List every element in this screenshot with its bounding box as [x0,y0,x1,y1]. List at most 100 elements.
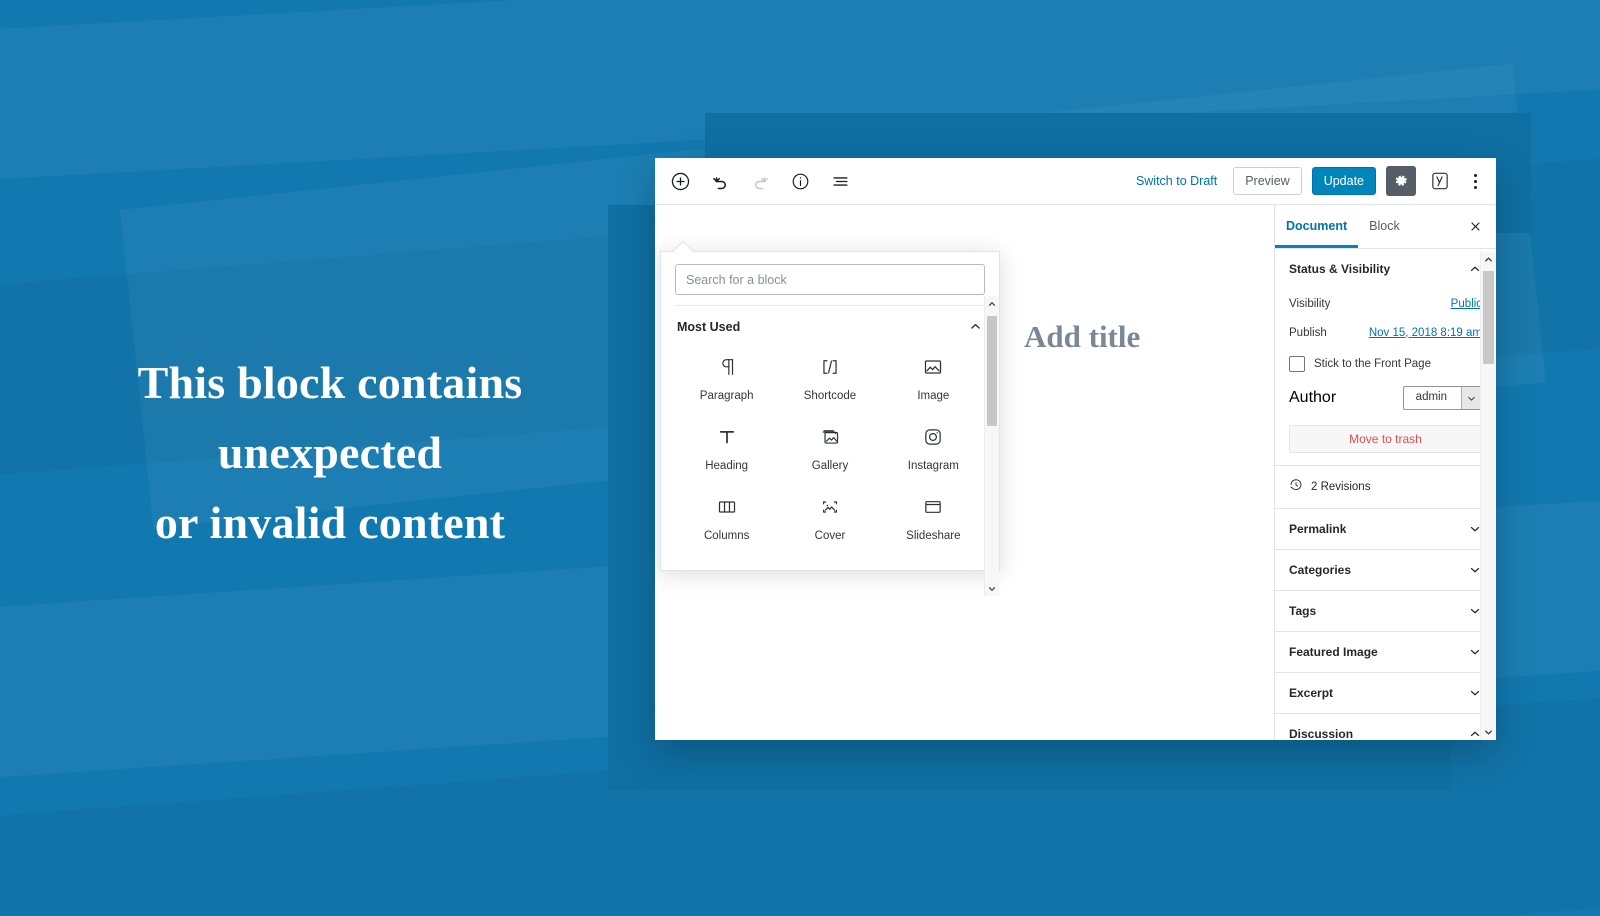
block-item-cover[interactable]: Cover [778,484,881,550]
panel-title: Featured Image [1289,645,1378,659]
panel-categories: Categories [1275,550,1496,591]
author-row: Author admin [1289,381,1482,415]
close-icon[interactable] [1460,212,1490,242]
paragraph-pilcrow-icon [716,354,738,380]
block-item-instagram[interactable]: Instagram [882,414,985,480]
revisions-clock-icon [1289,478,1303,497]
block-label: Slideshare [906,530,961,542]
block-label: Columns [703,530,750,542]
tab-block[interactable]: Block [1358,205,1411,248]
sticky-row[interactable]: Stick to the Front Page [1289,349,1482,379]
chevron-down-icon[interactable] [1481,725,1496,740]
panel-discussion: Discussion [1275,714,1496,740]
author-select[interactable]: admin [1402,386,1482,410]
toolbar-left-group [667,168,853,194]
redo-button[interactable] [747,168,773,194]
visibility-value[interactable]: Public [1451,298,1482,310]
tab-document[interactable]: Document [1275,205,1358,248]
inserter-search-wrap [661,252,999,305]
chevron-up-icon[interactable] [1481,252,1496,267]
move-to-trash-button[interactable]: Move to trash [1289,425,1482,453]
panel-header-categories[interactable]: Categories [1275,550,1496,590]
headline-line-3: or invalid content [154,497,506,548]
block-label: Shortcode [803,390,857,402]
panel-header-tags[interactable]: Tags [1275,591,1496,631]
panel-header-discussion[interactable]: Discussion [1275,714,1496,740]
revisions-label: 2 Revisions [1311,481,1371,493]
headline-line-1: This block contains [137,357,523,408]
chevron-down-icon [1461,387,1481,409]
add-block-button[interactable] [667,168,693,194]
block-label: Paragraph [699,390,754,402]
inserter-scrollbar[interactable] [984,296,999,596]
cover-image-icon [819,494,841,520]
block-item-columns[interactable]: Columns [675,484,778,550]
panel-excerpt: Excerpt [1275,673,1496,714]
panel-header-permalink[interactable]: Permalink [1275,509,1496,549]
toolbar-right-group: Switch to Draft Preview Update [1136,166,1486,196]
post-title-placeholder[interactable]: Add title [1024,319,1140,355]
panel-title: Tags [1289,604,1317,618]
panel-tags: Tags [1275,591,1496,632]
block-label: Instagram [907,460,959,472]
panel-title: Status & Visibility [1289,262,1391,276]
document-settings-sidebar: Document Block Status & Visibility Visib… [1274,205,1496,740]
sidebar-scrollbar[interactable] [1480,252,1496,740]
block-label: Cover [814,530,846,542]
panel-header-featured-image[interactable]: Featured Image [1275,632,1496,672]
sticky-checkbox[interactable] [1289,356,1305,372]
sidebar-tabs: Document Block [1275,205,1496,249]
panel-body-status-visibility: Visibility Public Publish Nov 15, 2018 8… [1275,289,1496,465]
more-options-button[interactable] [1464,168,1486,194]
inserter-scrollbar-thumb[interactable] [987,316,997,426]
undo-button[interactable] [707,168,733,194]
block-item-shortcode[interactable]: Shortcode [778,344,881,410]
sidebar-panels: Status & Visibility Visibility Public Pu… [1275,249,1496,740]
panel-permalink: Permalink [1275,509,1496,550]
block-label: Image [917,390,950,402]
settings-gear-button[interactable] [1386,166,1416,196]
shortcode-brackets-icon [818,354,842,380]
chevron-up-icon[interactable] [985,296,999,311]
panel-title: Discussion [1289,727,1354,740]
revisions-link[interactable]: 2 Revisions [1275,466,1496,508]
publish-label: Publish [1289,326,1327,339]
block-navigation-button[interactable] [827,168,853,194]
block-item-paragraph[interactable]: Paragraph [675,344,778,410]
slideshare-window-icon [922,494,944,520]
block-label: Heading [705,460,749,472]
wordpress-editor-window: Switch to Draft Preview Update Add title… [655,158,1496,740]
editor-canvas[interactable]: Add title Most Used [655,205,1274,740]
panel-featured-image: Featured Image [1275,632,1496,673]
chevron-up-icon [968,319,983,334]
inserter-category-header[interactable]: Most Used [675,306,985,344]
columns-icon [716,494,738,520]
panel-title: Permalink [1289,522,1347,536]
publish-row: Publish Nov 15, 2018 8:19 am [1289,318,1482,347]
panel-header-excerpt[interactable]: Excerpt [1275,673,1496,713]
headline-line-2: unexpected [217,427,443,478]
block-label: Gallery [811,460,849,472]
publish-value[interactable]: Nov 15, 2018 8:19 am [1369,327,1482,339]
yoast-seo-button[interactable] [1426,167,1454,195]
chevron-down-icon[interactable] [985,581,999,596]
screenshot-stage: This block contains unexpected or invali… [0,0,1600,916]
block-search-input[interactable] [675,264,985,295]
block-item-gallery[interactable]: Gallery [778,414,881,480]
panel-status-visibility: Status & Visibility Visibility Public Pu… [1275,249,1496,466]
panel-title: Excerpt [1289,686,1334,700]
image-icon [922,354,944,380]
block-item-heading[interactable]: Heading [675,414,778,480]
block-item-image[interactable]: Image [882,344,985,410]
preview-button[interactable]: Preview [1233,167,1302,195]
update-button[interactable]: Update [1311,167,1376,195]
sidebar-scrollbar-thumb[interactable] [1483,271,1494,364]
visibility-row: Visibility Public [1289,289,1482,318]
author-select-value: admin [1415,391,1447,403]
panel-header-status-visibility[interactable]: Status & Visibility [1275,249,1496,289]
gallery-icon [819,424,841,450]
block-item-slideshare[interactable]: Slideshare [882,484,985,550]
content-info-button[interactable] [787,168,813,194]
block-inserter-popover: Most Used [660,240,1000,596]
switch-to-draft-button[interactable]: Switch to Draft [1136,174,1217,188]
